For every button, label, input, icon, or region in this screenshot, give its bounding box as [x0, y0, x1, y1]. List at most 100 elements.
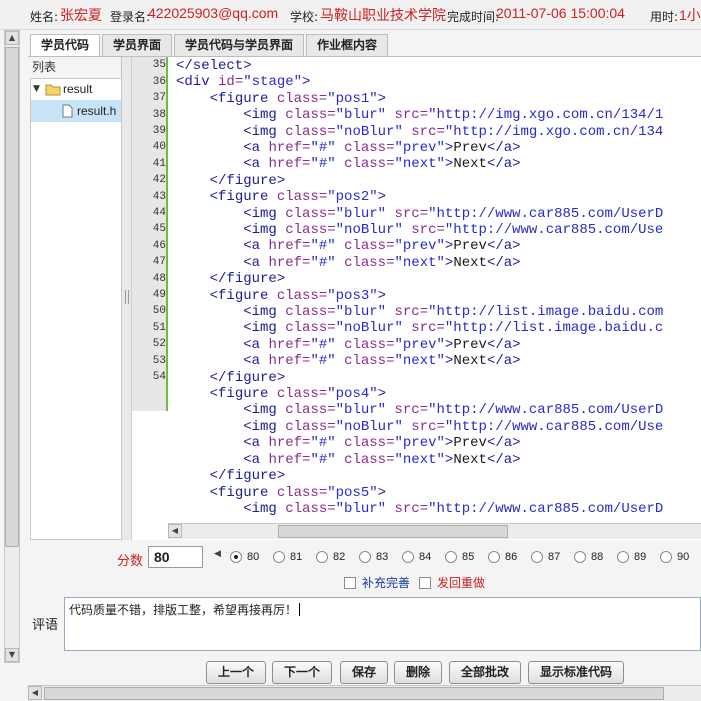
code-line: <figure class="pos5"> — [209, 485, 387, 501]
line-number: 36 — [152, 76, 166, 88]
line-number: 42 — [152, 174, 166, 186]
checkbox-icon[interactable] — [419, 577, 431, 589]
comment-textarea[interactable]: 代码质量不错，排版工整，希望再接再厉！ — [64, 597, 701, 651]
line-number: 43 — [152, 191, 166, 203]
code-line: <img class="noBlur" src="http://img.xgo.… — [243, 124, 664, 140]
code-line: <img class="blur" src="http://www.car885… — [243, 402, 664, 418]
score-option-90[interactable]: 90 — [660, 551, 689, 565]
show-standard-code-button[interactable]: 显示标准代码 — [528, 661, 624, 684]
login-label: 登录名: — [110, 10, 151, 24]
supplement-checkbox[interactable]: 补充完善 — [344, 574, 410, 591]
code-line: <img class="blur" src="http://www.car885… — [243, 501, 664, 517]
code-line: <a href="#" class="prev">Prev</a> — [243, 238, 521, 254]
page-hscroll-thumb[interactable] — [44, 687, 664, 700]
page-horizontal-scrollbar[interactable]: ◀ — [28, 685, 701, 701]
redo-checkbox[interactable]: 发回重做 — [419, 574, 485, 591]
file-tree — [30, 78, 122, 540]
score-option-89[interactable]: 89 — [617, 551, 646, 565]
save-button[interactable]: 保存 — [340, 661, 388, 684]
score-option-80[interactable]: 80 — [230, 551, 259, 565]
tree-file-result-html[interactable]: result.h — [77, 104, 121, 118]
code-line: <figure class="pos1"> — [209, 91, 387, 107]
school-label: 学校: — [290, 10, 319, 24]
chevron-left-icon[interactable]: ◀ — [214, 549, 221, 559]
code-line: </select> — [176, 58, 252, 74]
radio-icon[interactable] — [660, 551, 672, 563]
code-line: <figure class="pos3"> — [209, 288, 387, 304]
score-option-85[interactable]: 85 — [445, 551, 474, 565]
editor-scroll-thumb[interactable] — [278, 525, 508, 538]
expand-arrow-icon[interactable]: ▼ — [33, 84, 40, 94]
page-vertical-scrollbar[interactable]: ▲ ▼ — [4, 30, 20, 663]
school-value: 马鞍山职业技术学院 — [320, 7, 446, 23]
code-line: <a href="#" class="prev">Prev</a> — [243, 337, 521, 353]
grade-all-button[interactable]: 全部批改 — [449, 661, 521, 684]
next-button[interactable]: 下一个 — [272, 661, 332, 684]
radio-icon[interactable] — [359, 551, 371, 563]
delete-button[interactable]: 删除 — [394, 661, 442, 684]
code-line: <a href="#" class="prev">Prev</a> — [243, 435, 521, 451]
code-line: <img class="blur" src="http://list.image… — [243, 304, 664, 320]
score-option-84[interactable]: 84 — [402, 551, 431, 565]
code-line: <img class="noBlur" src="http://list.ima… — [243, 320, 664, 336]
code-line: <a href="#" class="next">Next</a> — [243, 255, 521, 271]
code-line: <a href="#" class="next">Next</a> — [243, 156, 521, 172]
tab-code-and-interface[interactable]: 学员代码与学员界面 — [174, 34, 304, 56]
score-input[interactable]: 80 — [148, 546, 203, 568]
file-tree-title: 列表 — [32, 60, 57, 74]
score-option-82[interactable]: 82 — [316, 551, 345, 565]
code-line: <figure class="pos4"> — [209, 386, 387, 402]
radio-icon[interactable] — [273, 551, 285, 563]
scroll-up-arrow-icon[interactable]: ▲ — [5, 31, 19, 45]
radio-icon[interactable] — [402, 551, 414, 563]
duration-label: 用时: — [650, 10, 679, 24]
code-line: <div id="stage"> — [176, 74, 311, 90]
tab-assignment-content[interactable]: 作业框内容 — [306, 34, 388, 56]
score-option-88[interactable]: 88 — [574, 551, 603, 565]
time-value: 2011-07-06 15:00:04 — [496, 5, 625, 21]
radio-icon[interactable] — [574, 551, 586, 563]
code-line: <img class="blur" src="http://www.car885… — [243, 206, 664, 222]
code-line: </figure> — [209, 370, 286, 386]
prev-button[interactable]: 上一个 — [206, 661, 266, 684]
splitter-grip-icon[interactable] — [125, 290, 129, 304]
radio-icon[interactable] — [617, 551, 629, 563]
line-number: 53 — [152, 355, 166, 367]
file-icon — [62, 104, 73, 118]
name-label: 姓名: — [30, 10, 59, 24]
page-scroll-thumb[interactable] — [5, 47, 19, 547]
info-bar: 姓名: 张宏夏 登录名: 422025903@qq.com 学校: 马鞍山职业技… — [0, 0, 701, 30]
scroll-left-arrow-icon[interactable]: ◀ — [168, 524, 182, 538]
line-number: 48 — [152, 273, 166, 285]
code-line: <a href="#" class="next">Next</a> — [243, 353, 521, 369]
tab-student-code[interactable]: 学员代码 — [30, 34, 100, 57]
code-line: <img class="noBlur" src="http://www.car8… — [243, 222, 664, 238]
radio-icon[interactable] — [230, 551, 242, 563]
time-label: 完成时间: — [447, 10, 500, 24]
scroll-left-arrow-icon[interactable]: ◀ — [28, 686, 42, 700]
score-option-87[interactable]: 87 — [531, 551, 560, 565]
score-option-81[interactable]: 81 — [273, 551, 302, 565]
radio-icon[interactable] — [445, 551, 457, 563]
line-number: 49 — [152, 289, 166, 301]
radio-icon[interactable] — [531, 551, 543, 563]
editor-horizontal-scrollbar[interactable]: ◀ — [168, 523, 701, 539]
code-line: </figure> — [209, 173, 286, 189]
score-option-83[interactable]: 83 — [359, 551, 388, 565]
text-cursor — [299, 603, 301, 616]
line-number: 50 — [152, 305, 166, 317]
checkbox-icon[interactable] — [344, 577, 356, 589]
line-number: 47 — [152, 256, 166, 268]
score-option-86[interactable]: 86 — [488, 551, 517, 565]
radio-icon[interactable] — [488, 551, 500, 563]
name-value: 张宏夏 — [60, 7, 102, 23]
scroll-down-arrow-icon[interactable]: ▼ — [5, 648, 19, 662]
code-line: <a href="#" class="prev">Prev</a> — [243, 140, 521, 156]
line-number: 37 — [152, 92, 166, 104]
radio-icon[interactable] — [316, 551, 328, 563]
code-line: <figure class="pos2"> — [209, 189, 387, 205]
tab-student-interface[interactable]: 学员界面 — [102, 34, 172, 56]
line-number: 44 — [152, 207, 166, 219]
tree-folder-result[interactable]: result — [63, 82, 92, 96]
duration-value: 1小 — [679, 7, 701, 23]
